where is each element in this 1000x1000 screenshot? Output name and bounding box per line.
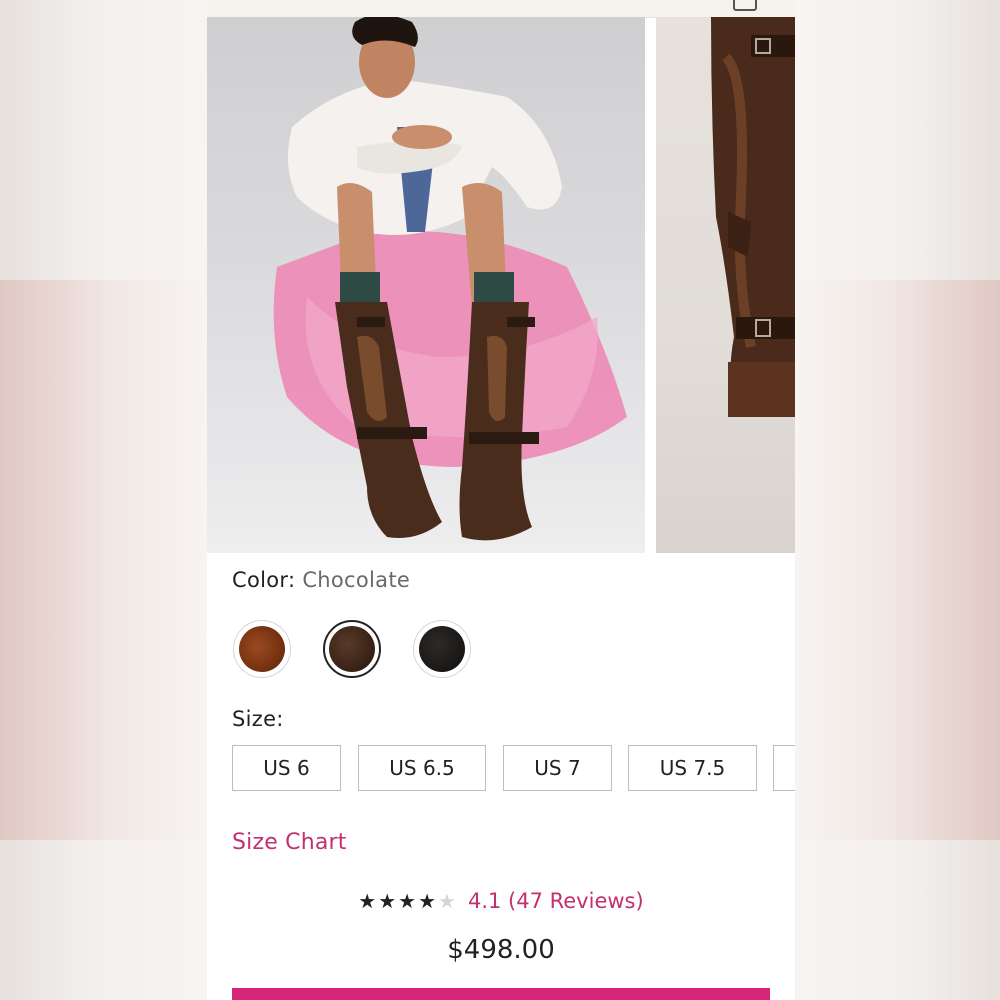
bag-icon[interactable] xyxy=(733,0,757,11)
size-option-next-partial[interactable] xyxy=(773,745,795,791)
boot-closeup-photo xyxy=(711,17,795,417)
size-chart-link[interactable]: Size Chart xyxy=(232,830,347,855)
reviews-link[interactable]: 4.1 (47 Reviews) xyxy=(468,889,644,913)
product-price: $498.00 xyxy=(447,935,555,965)
add-to-bag-button[interactable] xyxy=(232,988,770,1000)
rating-star-empty: ★ xyxy=(438,889,458,913)
image-gallery[interactable] xyxy=(207,17,795,553)
rating-summary: ★★★★★ 4.1 (47 Reviews) xyxy=(207,889,795,913)
swatch-chocolate-fill xyxy=(329,626,375,672)
size-option-us-6-5[interactable]: US 6.5 xyxy=(358,745,486,791)
color-value: Chocolate xyxy=(302,568,411,592)
rating-stars: ★★★★★ xyxy=(358,889,458,913)
product-image-secondary[interactable] xyxy=(656,17,795,553)
swatch-chocolate[interactable] xyxy=(323,620,381,678)
color-label: Color: xyxy=(232,568,296,592)
product-page: Color: Chocolate Size: US 6 US 6.5 US 7 … xyxy=(207,0,795,1000)
size-option-us-7[interactable]: US 7 xyxy=(503,745,612,791)
rating-stars-filled: ★★★★ xyxy=(358,889,439,913)
swatch-black-fill xyxy=(419,626,465,672)
swatch-cognac[interactable] xyxy=(233,620,291,678)
swatch-cognac-fill xyxy=(239,626,285,672)
size-label: Size: xyxy=(232,707,284,731)
swatch-black[interactable] xyxy=(413,620,471,678)
size-option-us-6[interactable]: US 6 xyxy=(232,745,341,791)
size-option-us-7-5[interactable]: US 7.5 xyxy=(628,745,757,791)
color-selector-label: Color: Chocolate xyxy=(232,568,410,592)
model-photo xyxy=(273,17,627,541)
top-bar xyxy=(207,0,795,18)
product-image-main[interactable] xyxy=(207,17,645,553)
